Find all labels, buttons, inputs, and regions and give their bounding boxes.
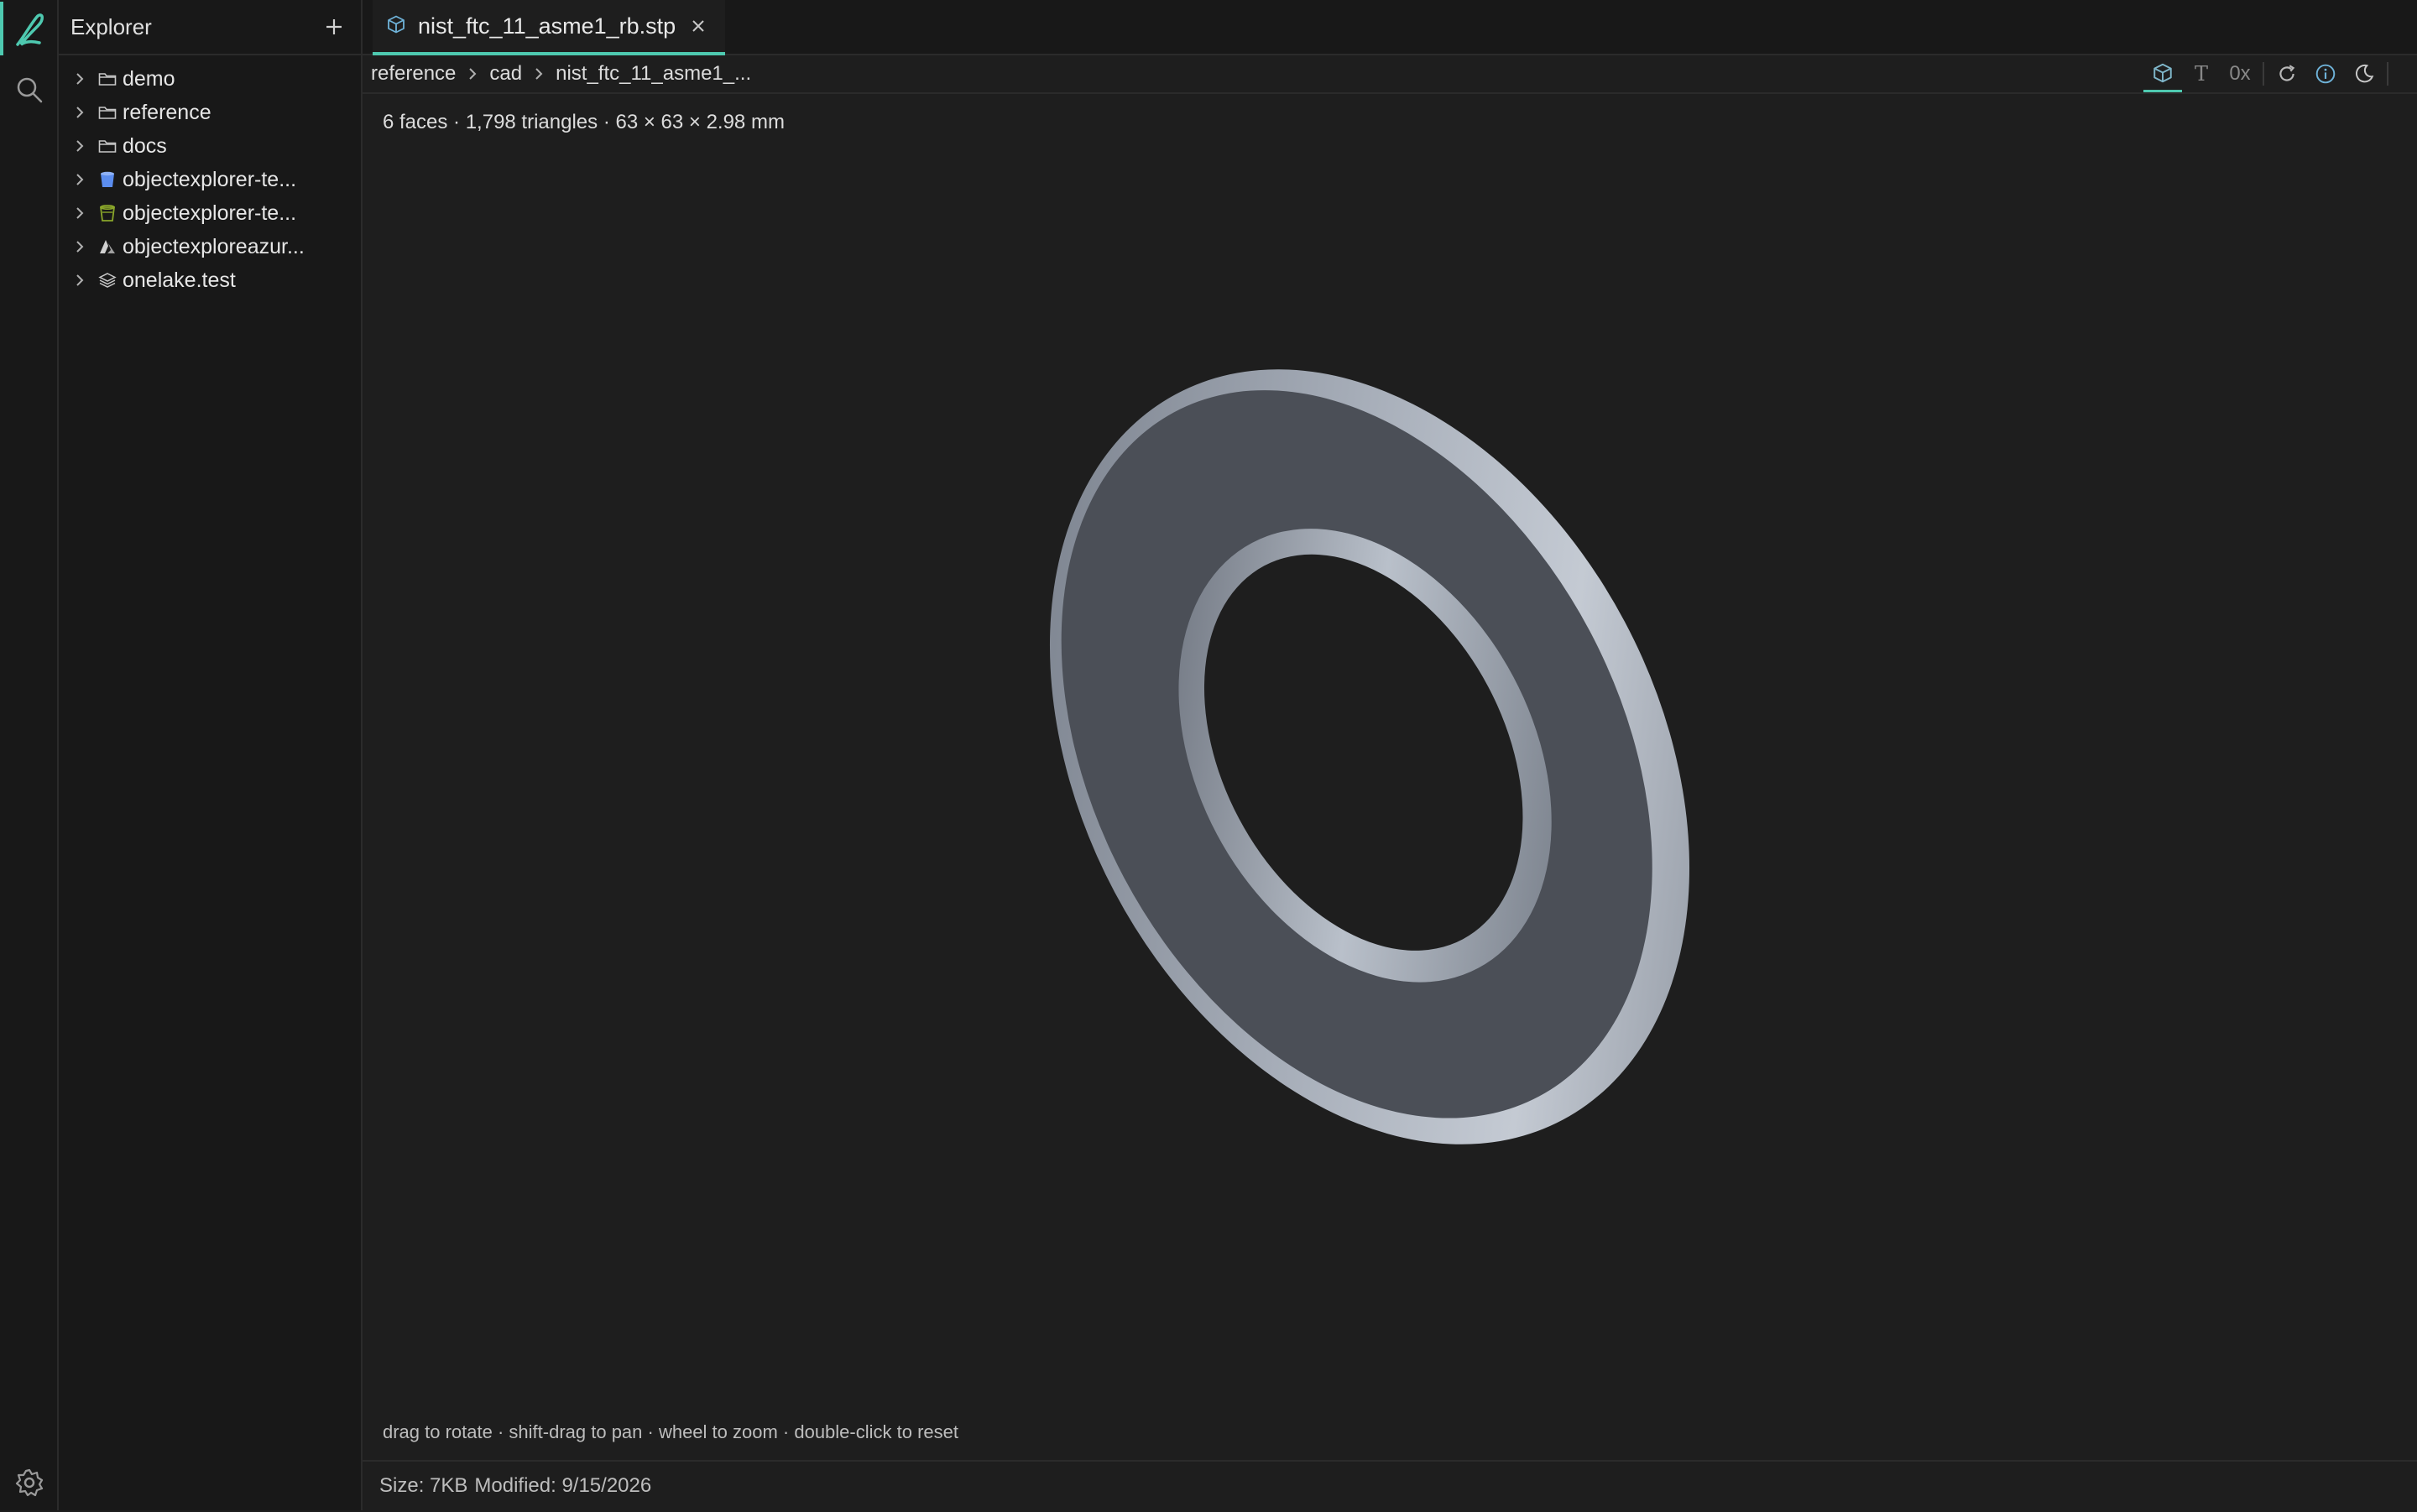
tree-item-bucket-green[interactable]: objectexplorer-te... bbox=[59, 196, 361, 230]
chevron-right-icon bbox=[467, 66, 478, 81]
chevron-right-icon bbox=[534, 66, 544, 81]
folder-icon bbox=[97, 69, 117, 89]
tree-item-label: objectexplorer-te... bbox=[123, 167, 297, 191]
chevron-right-icon[interactable] bbox=[70, 271, 89, 289]
settings-gear-icon[interactable] bbox=[0, 1453, 59, 1512]
hex-view-button[interactable]: 0x bbox=[2221, 55, 2259, 92]
azure-icon bbox=[97, 237, 117, 257]
info-icon[interactable] bbox=[2306, 55, 2345, 92]
close-icon[interactable] bbox=[687, 15, 709, 37]
tree-item-label: objectexploreazur... bbox=[123, 234, 305, 258]
toolbar-tools: T 0x bbox=[2143, 55, 2392, 92]
status-bar: Size: 7KB Modified: 9/15/2026 bbox=[363, 1460, 2417, 1510]
tree-item-label: onelake.test bbox=[123, 268, 236, 292]
file-modified: Modified: 9/15/2026 bbox=[474, 1474, 652, 1497]
tree-item-label: reference bbox=[123, 100, 211, 124]
main-editor: nist_ftc_11_asme1_rb.stp reference cad n… bbox=[363, 0, 2417, 1510]
model-stats: 6 faces · 1,798 triangles · 63 × 63 × 2.… bbox=[383, 111, 785, 133]
file-tree: demo reference docs objectexplorer-te...… bbox=[59, 55, 361, 297]
toolbar-divider bbox=[2263, 62, 2264, 86]
tree-item-reference[interactable]: reference bbox=[59, 96, 361, 129]
viewer-hint: drag to rotate · shift-drag to pan · whe… bbox=[383, 1421, 958, 1442]
explorer-sidebar: Explorer demo reference docs objectexplo… bbox=[59, 0, 363, 1510]
breadcrumb-item[interactable]: cad bbox=[489, 62, 522, 86]
chevron-right-icon[interactable] bbox=[70, 237, 89, 256]
tree-item-label: objectexplorer-te... bbox=[123, 201, 297, 225]
tree-item-label: docs bbox=[123, 133, 167, 158]
tab-stp-file[interactable]: nist_ftc_11_asme1_rb.stp bbox=[373, 0, 725, 55]
breadcrumb-item[interactable]: nist_ftc_11_asme1_... bbox=[556, 62, 751, 86]
sidebar-header: Explorer bbox=[59, 0, 361, 55]
search-icon[interactable] bbox=[0, 60, 59, 119]
folder-icon bbox=[97, 102, 117, 123]
3d-viewport[interactable] bbox=[363, 94, 2417, 1460]
sidebar-title: Explorer bbox=[70, 13, 152, 39]
folder-icon bbox=[97, 136, 117, 156]
layers-icon bbox=[97, 270, 117, 290]
text-view-button[interactable]: T bbox=[2182, 55, 2221, 92]
chevron-right-icon[interactable] bbox=[70, 70, 89, 88]
app-logo-icon[interactable] bbox=[0, 0, 59, 59]
breadcrumb: reference cad nist_ftc_11_asme1_... bbox=[371, 55, 751, 92]
bucket-green-icon bbox=[97, 203, 117, 223]
tree-item-onelake[interactable]: onelake.test bbox=[59, 263, 361, 297]
chevron-right-icon[interactable] bbox=[70, 204, 89, 222]
tree-item-azure[interactable]: objectexploreazur... bbox=[59, 230, 361, 263]
dark-mode-moon-icon[interactable] bbox=[2345, 55, 2383, 92]
tree-item-label: demo bbox=[123, 66, 175, 91]
breadcrumb-item[interactable]: reference bbox=[371, 62, 456, 86]
add-icon[interactable] bbox=[319, 12, 349, 42]
washer-3d-model[interactable] bbox=[363, 94, 2417, 1460]
cube-icon bbox=[386, 14, 406, 39]
chevron-right-icon[interactable] bbox=[70, 137, 89, 155]
chevron-right-icon[interactable] bbox=[70, 170, 89, 189]
bucket-blue-icon bbox=[97, 169, 117, 190]
tree-item-bucket-blue[interactable]: objectexplorer-te... bbox=[59, 163, 361, 196]
tree-item-demo[interactable]: demo bbox=[59, 62, 361, 96]
chevron-right-icon[interactable] bbox=[70, 103, 89, 122]
tree-item-docs[interactable]: docs bbox=[59, 129, 361, 163]
tab-bar: nist_ftc_11_asme1_rb.stp bbox=[363, 0, 2417, 55]
toolbar-divider bbox=[2387, 62, 2388, 86]
refresh-icon[interactable] bbox=[2268, 55, 2306, 92]
viewer-toolbar: reference cad nist_ftc_11_asme1_... T 0x bbox=[363, 55, 2417, 94]
tab-label: nist_ftc_11_asme1_rb.stp bbox=[418, 13, 676, 39]
3d-view-cube-icon[interactable] bbox=[2143, 55, 2182, 92]
activity-bar bbox=[0, 0, 59, 1510]
file-size: Size: 7KB bbox=[379, 1474, 468, 1497]
